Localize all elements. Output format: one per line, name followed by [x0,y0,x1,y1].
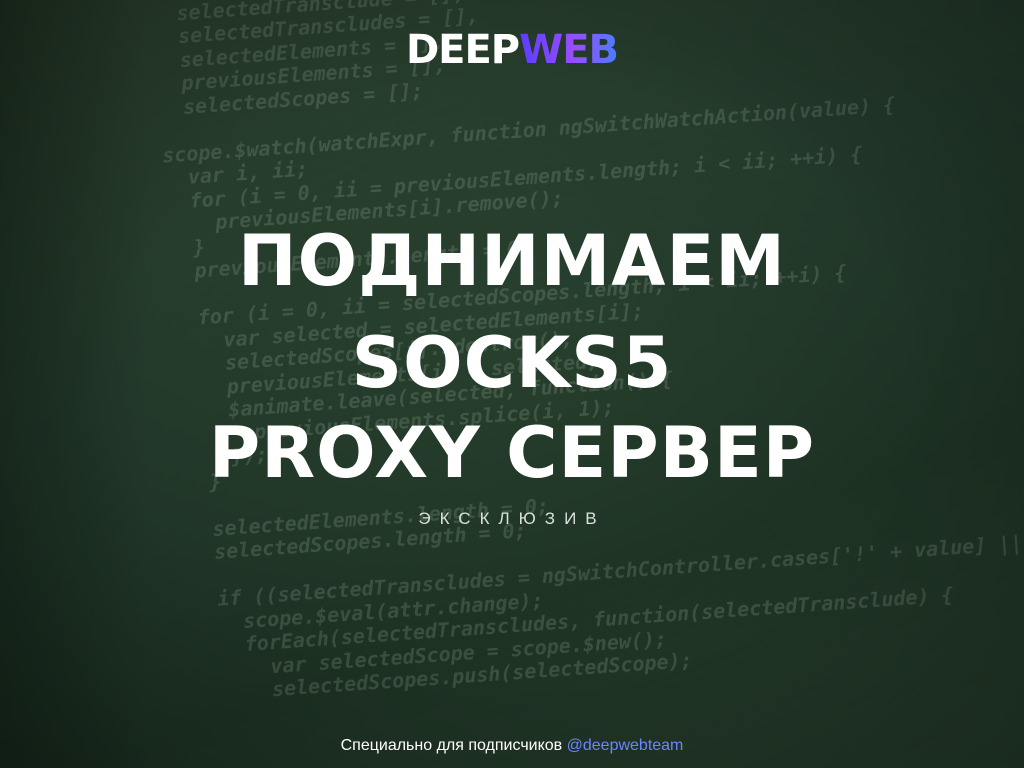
poster: ngSwitchController) { selectedTransclude… [0,0,1024,768]
subtitle-exclusive: ЭКСКЛЮЗИВ [418,509,606,528]
logo-part-deep: DEEP [405,27,520,73]
logo-part-web: WEB [519,27,619,73]
headline-line-1: ПОДНИМАЕМ [238,220,786,302]
headline-line-2: SOCKS5 [351,322,673,404]
footer-text: Специально для подписчиков [340,737,563,754]
footer-handle-link[interactable]: @deepwebteam [567,737,684,754]
footer: Специально для подписчиков @deepwebteam [0,736,1024,756]
headline-line-3: PROXY СЕРВЕР [208,412,816,494]
deepweb-logo: DEEPWEB [0,26,1024,74]
